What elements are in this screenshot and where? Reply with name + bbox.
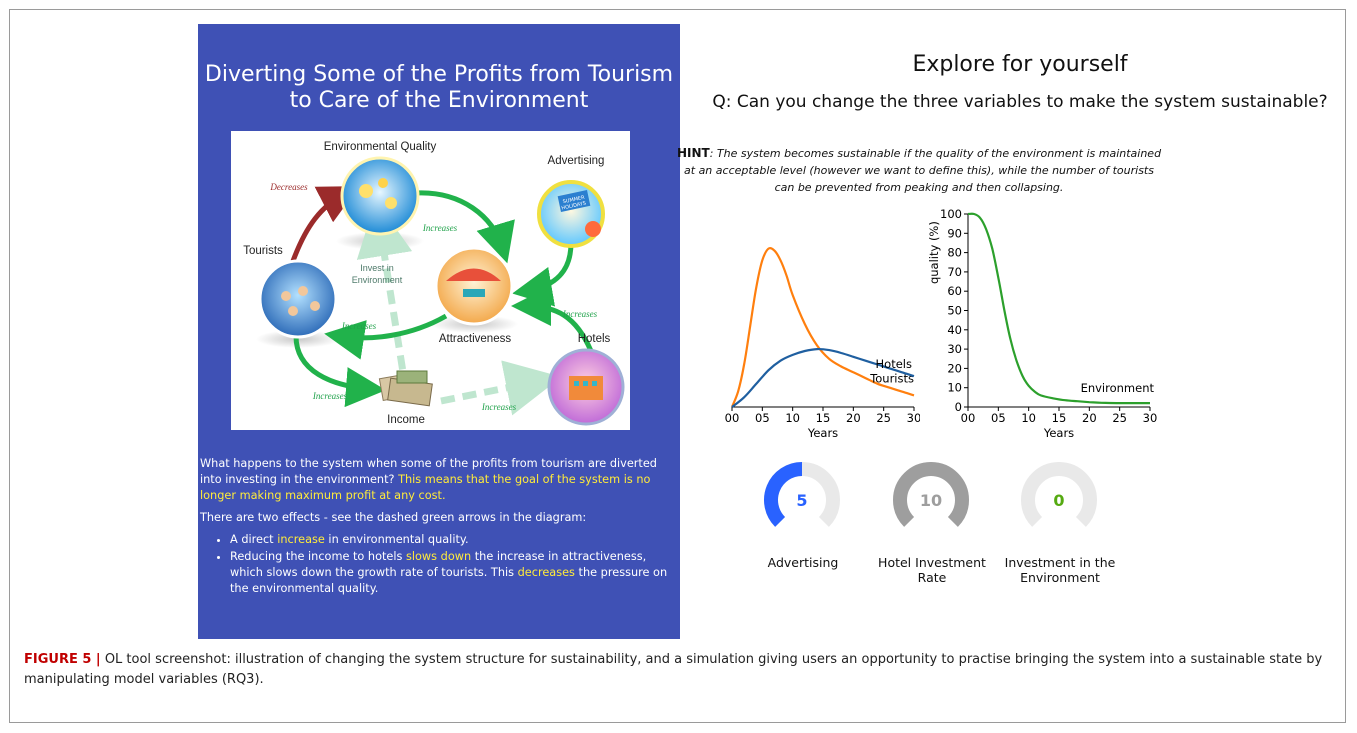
- caption-text: OL tool screenshot: illustration of chan…: [24, 652, 1323, 687]
- gauge-label: Advertising: [767, 555, 839, 570]
- y-tick-label: 10: [947, 381, 962, 395]
- list-text: Reducing the income to hotels: [230, 550, 406, 563]
- gauge-label: Hotel Investment Rate: [878, 555, 986, 585]
- panel-title: Diverting Some of the Profits from Touri…: [204, 62, 674, 113]
- hint-body: : The system becomes sustainable if the …: [684, 147, 1162, 194]
- gauge-value: 10: [920, 491, 942, 510]
- x-tick-label: 20: [1082, 411, 1097, 425]
- environment-quality-chart: 00 05 10 15 20 25 30 Years 0 10 20 30 40 50 60 70 80 90 10…: [927, 207, 1158, 440]
- x-tick-label: 10: [1021, 411, 1036, 425]
- list-item: A direct increase in environmental quali…: [230, 532, 670, 548]
- x-tick-label: 00: [961, 411, 976, 425]
- x-tick-label: 15: [816, 411, 831, 425]
- label-increases: Increases: [481, 402, 517, 412]
- series-label: Environment: [1081, 381, 1155, 395]
- environment-node: [340, 156, 420, 236]
- gauge-value: 0: [1053, 491, 1064, 510]
- hint-text: HINT: The system becomes sustainable if …: [674, 145, 1164, 196]
- hint-label: HINT: [676, 146, 710, 160]
- label-invest-line2: Environment: [352, 275, 403, 285]
- environment-investment-gauge[interactable]: 0: [1014, 462, 1104, 532]
- label-income: Income: [387, 414, 425, 426]
- gauge-value: 5: [796, 491, 807, 510]
- x-tick-label: 05: [755, 411, 770, 425]
- label-increases: Increases: [341, 321, 377, 331]
- tourists-hotels-chart: 00 05 10 15 20 25 30YearsTouristsHotels: [725, 246, 920, 440]
- gauge-label: Investment in the Environment: [1004, 555, 1116, 585]
- list-text: in environmental quality.: [324, 533, 469, 546]
- arrow-decreases: [290, 186, 360, 262]
- x-tick-label: 05: [991, 411, 1006, 425]
- x-tick-label: 30: [907, 411, 920, 425]
- x-axis-label: Years: [807, 426, 838, 440]
- list-item: Reducing the income to hotels slows down…: [230, 549, 670, 597]
- hotel-investment-gauge[interactable]: 10: [886, 462, 976, 532]
- x-axis-label: Years: [1043, 426, 1074, 440]
- advertising-gauge[interactable]: 5: [757, 462, 847, 532]
- label-attractiveness: Attractiveness: [439, 333, 511, 345]
- x-tick-label: 20: [846, 411, 861, 425]
- effects-list: A direct increase in environmental quali…: [200, 532, 670, 597]
- left-panel: Diverting Some of the Profits from Touri…: [198, 24, 680, 639]
- label-tourists: Tourists: [243, 245, 283, 257]
- highlight-text: increase: [277, 533, 325, 546]
- label-increases: Increases: [312, 391, 348, 401]
- label-hotels: Hotels: [578, 333, 611, 345]
- explore-title: Explore for yourself: [912, 52, 1128, 77]
- attractiveness-node: [434, 246, 514, 326]
- x-tick-label: 15: [1052, 411, 1067, 425]
- y-tick-label: 30: [947, 342, 962, 356]
- y-tick-label: 100: [940, 207, 962, 221]
- paragraph: What happens to the system when some of …: [200, 456, 670, 504]
- y-tick-label: 40: [947, 323, 962, 337]
- y-axis-label: quality (%): [927, 221, 941, 284]
- x-tick-label: 00: [725, 411, 740, 425]
- x-tick-label: 30: [1143, 411, 1158, 425]
- label-increases: Increases: [422, 223, 458, 233]
- explanation-text: What happens to the system when some of …: [200, 456, 670, 598]
- arrow-env-to-attr: [415, 190, 515, 264]
- dashed-arrow-hotels: [440, 360, 562, 416]
- x-tick-label: 25: [1112, 411, 1127, 425]
- label-decreases: Decreases: [269, 182, 308, 192]
- highlight-text: slows down: [406, 550, 472, 563]
- y-tick-label: 20: [947, 361, 962, 375]
- y-tick-label: 70: [947, 265, 962, 279]
- system-diagram: SUMMER HOLIDAYS Environmental Quality Ad…: [231, 131, 630, 430]
- caption-label: FIGURE 5 |: [24, 652, 101, 667]
- y-tick-label: 90: [947, 226, 962, 240]
- label-advertising: Advertising: [548, 155, 605, 167]
- y-tick-label: 60: [947, 284, 962, 298]
- x-tick-label: 10: [785, 411, 800, 425]
- list-text: A direct: [230, 533, 278, 546]
- series-label: Hotels: [876, 357, 912, 371]
- tourists-node: [258, 259, 338, 339]
- y-tick-label: 50: [947, 304, 962, 318]
- series-line-environment: [967, 212, 1151, 405]
- label-increases: Increases: [562, 309, 598, 319]
- income-icon: [378, 370, 433, 407]
- question-text: Q: Can you change the three variables to…: [712, 92, 1328, 112]
- y-tick-label: 80: [947, 246, 962, 260]
- label-invest-line1: Invest in: [360, 263, 394, 273]
- arrow-adv-to-attr: [512, 242, 574, 307]
- label-environmental-quality: Environmental Quality: [324, 141, 437, 153]
- highlight-text: decreases: [517, 566, 575, 579]
- figure-caption: FIGURE 5 | OL tool screenshot: illustrat…: [24, 650, 1334, 690]
- paragraph: There are two effects - see the dashed g…: [200, 511, 587, 524]
- y-tick-label: 0: [955, 400, 962, 414]
- x-tick-label: 25: [876, 411, 891, 425]
